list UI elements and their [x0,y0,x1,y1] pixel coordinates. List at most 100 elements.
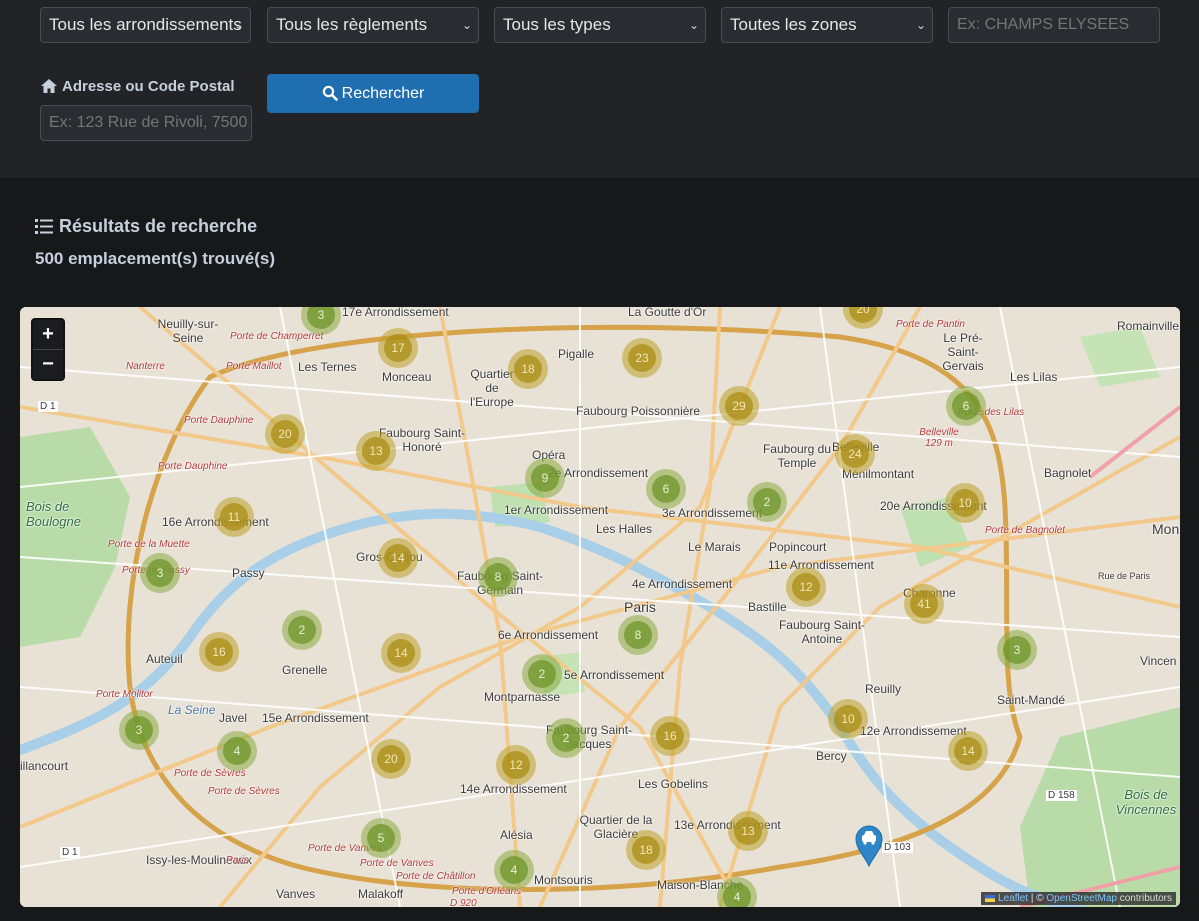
marker-cluster[interactable]: 16 [199,632,239,672]
chevron-down-icon: ⌄ [915,18,926,32]
marker-cluster[interactable]: 41 [904,584,944,624]
marker-cluster[interactable]: 6 [946,386,986,426]
map-attribution: Leaflet | © OpenStreetMap contributors [981,892,1176,905]
marker-cluster[interactable]: 3 [997,630,1037,670]
map-label: Reuilly [865,682,902,696]
map-label: Javel [219,711,248,725]
reglement-select-value: Tous les règlements [276,15,428,34]
map-label: Les Halles [596,522,653,536]
marker-cluster[interactable]: 11 [214,497,254,537]
marker-cluster-count: 12 [792,573,820,601]
reglement-select[interactable]: Tous les règlements ⌄ [267,7,479,43]
map-label: Bagnolet [1044,466,1092,480]
marker-cluster[interactable]: 8 [478,557,518,597]
map-label: Porte de Bagnolet [985,525,1066,536]
marker-cluster-count: 18 [514,355,542,383]
search-button[interactable]: Rechercher [267,74,479,113]
marker-cluster[interactable]: 18 [508,349,548,389]
marker-cluster[interactable]: 5 [361,818,401,858]
map-label: Porte Dauphine [184,415,254,426]
marker-cluster[interactable]: 16 [650,716,690,756]
leaflet-link[interactable]: Leaflet [998,893,1028,904]
marker-cluster-count: 3 [125,716,153,744]
marker-cluster-count: 6 [652,475,680,503]
marker-cluster-count: 14 [384,544,412,572]
results-count: 500 emplacement(s) trouvé(s) [35,249,275,268]
zoom-in-button[interactable]: + [33,320,63,350]
arrondissement-select[interactable]: Tous les arrondissements ⌄ [40,7,251,43]
marker-cluster[interactable]: 29 [719,386,759,426]
search-button-label: Rechercher [341,85,425,102]
marker-cluster[interactable]: 2 [522,654,562,694]
marker-cluster[interactable]: 14 [381,633,421,673]
marker-cluster[interactable]: 2 [282,610,322,650]
map-label: 6e Arrondissement [498,628,599,642]
map-label: Belleville 129 m [919,427,959,449]
map-label: Grenelle [282,663,328,677]
marker-cluster[interactable]: 12 [786,567,826,607]
marker-cluster[interactable]: 2 [747,482,787,522]
marker-cluster-count: 8 [624,621,652,649]
map-label: Les Lilas [1010,370,1058,384]
map-label: Bois de Vincennes [1115,787,1177,817]
map-label: Vanves [276,887,316,901]
marker-cluster[interactable]: 6 [646,469,686,509]
map-label: 11e Arrondissement [768,558,874,572]
marker-cluster[interactable]: 2 [546,718,586,758]
marker-cluster[interactable]: 20 [371,739,411,779]
map-label: Porte de Pantin [896,319,965,330]
type-select-value: Tous les types [503,15,611,34]
marker-cluster-count: 10 [834,705,862,733]
marker-cluster[interactable]: 20 [265,414,305,454]
zoom-out-button[interactable]: − [33,350,63,379]
marker-cluster[interactable]: 4 [494,850,534,890]
marker-cluster-count: 2 [552,724,580,752]
marker-cluster[interactable]: 8 [618,615,658,655]
map-label: La Seine [168,703,216,717]
marker-cluster-count: 8 [484,563,512,591]
zone-select[interactable]: Toutes les zones ⌄ [721,7,933,43]
marker-cluster[interactable]: 13 [728,811,768,851]
map-label: Monceau [382,370,432,384]
map[interactable]: + − Neuilly-sur-Seine 17e Arrondissement… [20,307,1180,907]
map-label: Auteuil [146,652,183,666]
map-label: Pigalle [558,347,595,361]
map-label: Saint-Mandé [997,693,1066,707]
marker-cluster[interactable]: 10 [945,483,985,523]
map-label: Malakoff [358,887,404,901]
map-label: Porte Molitor [96,689,153,700]
marker-cluster-count: 16 [656,722,684,750]
street-input[interactable] [948,7,1160,43]
marker-cluster[interactable]: 24 [835,434,875,474]
marker-cluster[interactable]: 14 [378,538,418,578]
list-icon [35,219,53,234]
marker-cluster[interactable]: 4 [217,731,257,771]
map-label: Les Ternes [298,360,357,374]
map-label: Porte Dauphine [158,461,228,472]
marker-cluster[interactable]: 18 [626,830,666,870]
marker-cluster[interactable]: 14 [948,731,988,771]
address-input[interactable] [40,105,252,141]
marker-cluster-count: 20 [849,307,877,323]
marker-cluster[interactable]: 17 [378,328,418,368]
marker-cluster[interactable]: 3 [119,710,159,750]
openstreetmap-link[interactable]: OpenStreetMap [1046,893,1117,904]
map-label: Le Pré-Saint-Gervais [942,331,984,373]
map-label: Porte Maillot [226,361,282,372]
marker-cluster[interactable]: 12 [496,745,536,785]
marker-cluster[interactable]: 9 [525,458,565,498]
marker-cluster[interactable]: 23 [622,338,662,378]
marker-cluster[interactable]: 10 [828,699,868,739]
marker-cluster[interactable]: 3 [140,553,180,593]
attribution-suffix: contributors [1116,893,1172,904]
marker-cluster-count: 4 [723,883,751,907]
marker-cluster-count: 24 [841,440,869,468]
marker-cluster[interactable]: 13 [356,431,396,471]
marker-cluster-count: 23 [628,344,656,372]
map-label: Neuilly-sur-Seine [157,317,219,345]
marker-cluster-count: 20 [377,745,405,773]
map-label: D 1 [60,847,80,858]
marker-cluster-count: 18 [632,836,660,864]
car-location-pin-icon[interactable] [854,825,884,867]
type-select[interactable]: Tous les types ⌄ [494,7,706,43]
